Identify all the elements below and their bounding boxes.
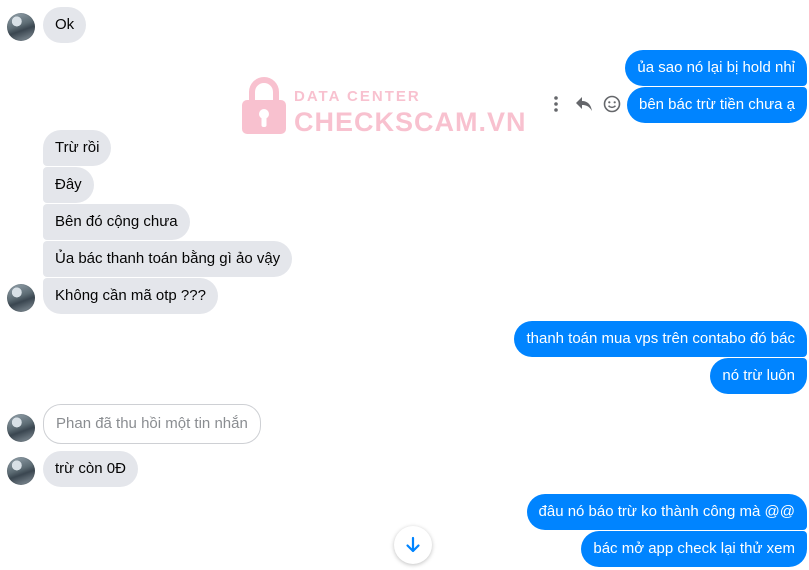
message-bubble[interactable]: thanh toán mua vps trên contabo đó bác: [514, 321, 807, 357]
message-row: Đây: [0, 167, 809, 203]
avatar[interactable]: [7, 13, 35, 41]
message-bubble[interactable]: bác mở app check lại thử xem: [581, 531, 807, 567]
message-row: Không cần mã otp ???: [0, 278, 809, 314]
message-row: trừ còn 0Đ: [0, 451, 809, 487]
message-row: Bên đó cộng chưa: [0, 204, 809, 240]
message-row: Ok: [0, 7, 809, 43]
message-bubble[interactable]: Trừ rồi: [43, 130, 112, 166]
message-row: ủa sao nó lại bị hold nhỉ: [0, 50, 809, 86]
message-bubble[interactable]: đâu nó báo trừ ko thành công mà @@: [526, 494, 807, 530]
avatar[interactable]: [7, 457, 35, 485]
scroll-to-bottom-button[interactable]: [394, 526, 432, 564]
message-bubble[interactable]: bên bác trừ tiền chưa ạ: [626, 87, 807, 123]
message-row: Phan đã thu hồi một tin nhắn: [0, 404, 809, 444]
message-row: đâu nó báo trừ ko thành công mà @@: [0, 494, 809, 530]
message-bubble[interactable]: Đây: [43, 167, 94, 203]
message-bubble[interactable]: Bên đó cộng chưa: [43, 204, 190, 240]
message-bubble[interactable]: trừ còn 0Đ: [43, 451, 138, 487]
recalled-message: Phan đã thu hồi một tin nhắn: [43, 404, 261, 444]
message-bubble[interactable]: ủa sao nó lại bị hold nhỉ: [625, 50, 807, 86]
message-bubble[interactable]: Không cần mã otp ???: [43, 278, 218, 314]
message-bubble[interactable]: Ủa bác thanh toán bằng gì ảo vậy: [43, 241, 293, 277]
message-row: Ủa bác thanh toán bằng gì ảo vậy: [0, 241, 809, 277]
message-bubble[interactable]: Ok: [43, 7, 87, 43]
message-row: thanh toán mua vps trên contabo đó bác: [0, 321, 809, 357]
message-row: bên bác trừ tiền chưa ạ: [0, 87, 809, 123]
message-bubble[interactable]: nó trừ luôn: [710, 358, 807, 394]
message-row: nó trừ luôn: [0, 358, 809, 394]
message-row: Trừ rồi: [0, 130, 809, 166]
avatar[interactable]: [7, 284, 35, 312]
arrow-down-icon: [406, 536, 420, 553]
avatar[interactable]: [7, 414, 35, 442]
